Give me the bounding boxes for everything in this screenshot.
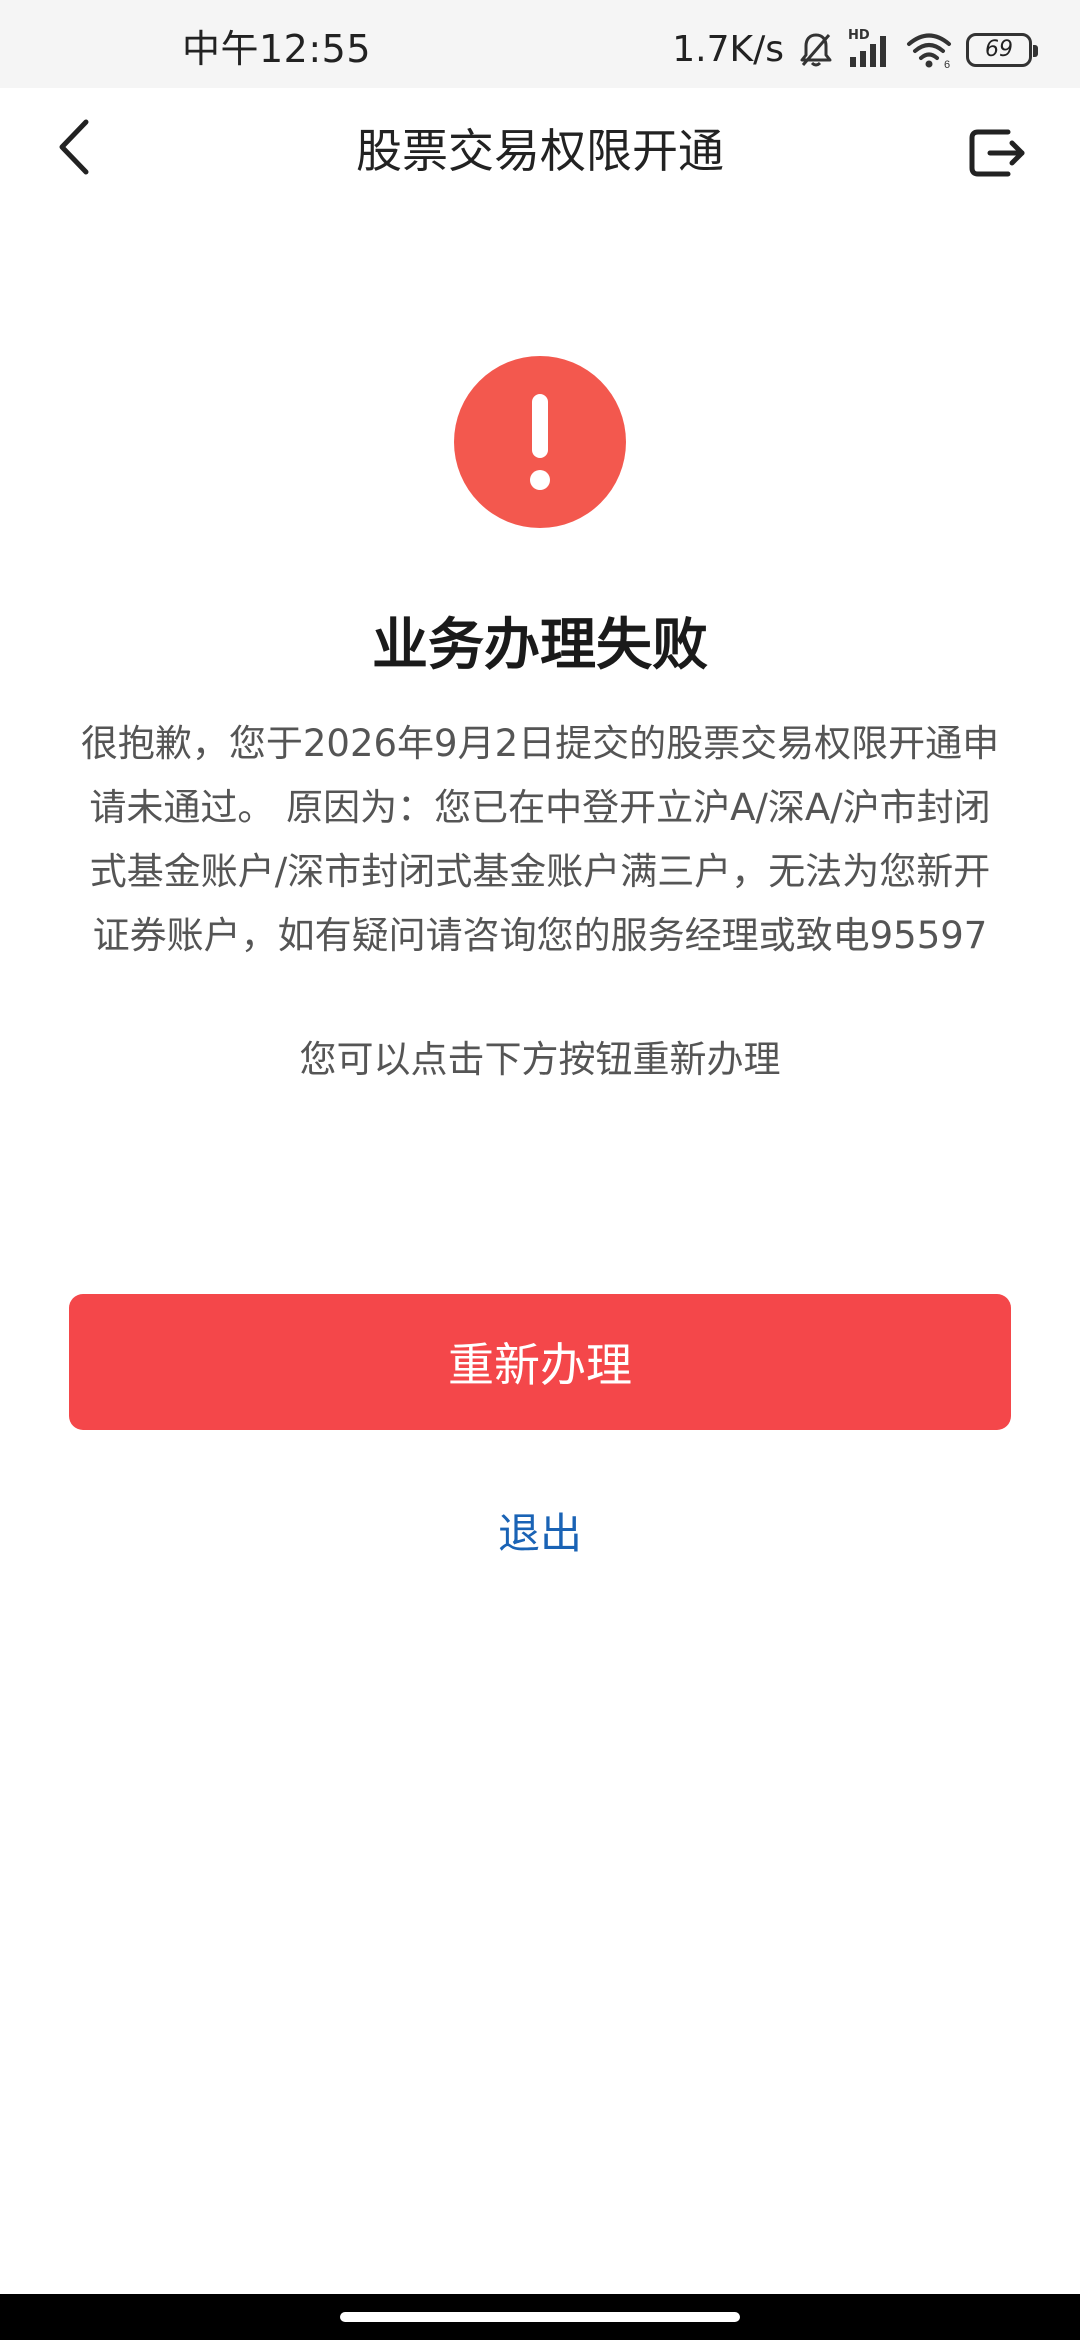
battery-icon: 69 (966, 33, 1038, 67)
result-title: 业务办理失败 (372, 613, 708, 678)
status-time: 中午12:55 (182, 27, 372, 71)
status-icons: 1.7K/s HD 6 69 (672, 29, 1038, 70)
home-indicator[interactable] (340, 2312, 740, 2322)
result-hint: 您可以点击下方按钮重新办理 (299, 1038, 781, 1081)
gesture-bar (0, 2294, 1080, 2340)
status-bar: 中午12:55 1.7K/s HD 6 69 (0, 0, 1080, 88)
network-speed: 1.7K/s (672, 29, 784, 70)
svg-text:6: 6 (944, 59, 950, 69)
exit-link[interactable]: 退出 (0, 1504, 1080, 1564)
nav-bar: 股票交易权限开通 (0, 88, 1080, 218)
wifi-icon: 6 (907, 33, 951, 69)
page-title: 股票交易权限开通 (356, 124, 724, 178)
result-description: 很抱歉，您于2026年9月2日提交的股票交易权限开通申请未通过。 原因为：您已在… (80, 722, 1000, 957)
retry-button[interactable]: 重新办理 (69, 1294, 1011, 1430)
exclamation-icon (530, 394, 550, 490)
signal-icon (850, 36, 886, 67)
error-status-circle (454, 356, 626, 528)
battery-level: 69 (985, 37, 1013, 62)
signal-group: HD (848, 29, 892, 69)
exit-icon[interactable] (968, 124, 1028, 182)
bell-muted-icon (800, 33, 832, 67)
